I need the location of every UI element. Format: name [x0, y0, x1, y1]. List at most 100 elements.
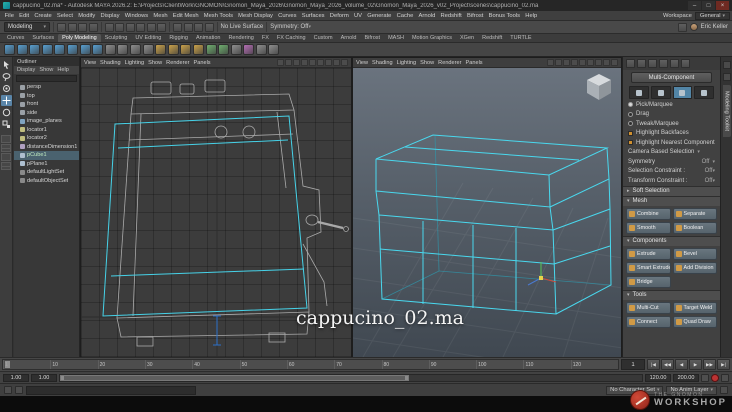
command-line-input[interactable] — [26, 385, 196, 395]
menu-set-selector[interactable]: Modeling — [4, 22, 50, 32]
animation-start-field[interactable] — [3, 373, 29, 382]
viewport-side-canvas[interactable] — [81, 68, 351, 357]
shelf-tab[interactable]: Redshift — [478, 34, 506, 42]
viewport-persp-canvas[interactable] — [353, 68, 621, 357]
menu-item[interactable]: Create — [32, 13, 55, 19]
lasso-tool-icon[interactable] — [1, 71, 12, 82]
bridge-button[interactable]: Bridge — [626, 275, 671, 288]
viewport-menu-item[interactable]: Shading — [100, 60, 121, 66]
outliner-menu-item[interactable]: Display — [17, 67, 35, 73]
menu-item[interactable]: Display — [98, 13, 122, 19]
shelf-tab[interactable]: Poly Modeling — [58, 34, 101, 42]
render-settings-icon[interactable] — [204, 22, 214, 32]
viewport-menu-item[interactable]: Lighting — [125, 60, 145, 66]
symmetry-selector[interactable]: Symmetry: Off — [270, 24, 311, 30]
menu-item[interactable]: Deform — [327, 13, 351, 19]
viewport-persp[interactable]: View Shading Lighting Show Renderer Panels — [352, 57, 622, 357]
move-tool-icon[interactable] — [0, 95, 12, 106]
rotate-tool-icon[interactable] — [1, 107, 12, 118]
outliner-item-pplane1[interactable]: pPlane1 — [14, 160, 79, 169]
highlight-backfaces-checkbox[interactable]: Highlight Backfaces — [623, 129, 720, 139]
image-plane-icon[interactable] — [579, 59, 586, 66]
range-slider-bar[interactable] — [60, 374, 410, 381]
outliner-item-default-light-set[interactable]: defaultLightSet — [14, 168, 79, 177]
animation-end-field[interactable] — [673, 373, 699, 382]
outliner-item-pcube1[interactable]: pCube1 — [14, 151, 79, 160]
outliner-menu-item[interactable]: Help — [57, 67, 69, 73]
platonic-solid-icon[interactable] — [92, 44, 104, 55]
no-live-surface-label[interactable]: No Live Surface — [221, 24, 264, 30]
select-camera-icon[interactable] — [277, 59, 284, 66]
camera-based-selection-dropdown[interactable]: Camera Based Selection — [623, 148, 720, 158]
soft-selection-section[interactable]: Soft Selection — [623, 185, 720, 196]
poly-torus-icon[interactable] — [54, 44, 66, 55]
poly-disc-icon[interactable] — [79, 44, 91, 55]
outliner-item-image-planes[interactable]: image_planes — [14, 117, 79, 126]
selection-mask-icon[interactable] — [57, 22, 66, 32]
mesh-section[interactable]: Mesh — [623, 195, 720, 206]
play-forward-button[interactable]: ▶ — [689, 359, 702, 370]
shelf-tab[interactable]: Curves — [3, 34, 28, 42]
outliner-item-locator1[interactable]: locator1 — [14, 126, 79, 135]
select-camera-icon[interactable] — [547, 59, 554, 66]
shelf-tab[interactable]: Animation — [192, 34, 224, 42]
shelf-tab[interactable]: Motion Graphics — [408, 34, 456, 42]
edge-component-icon[interactable] — [650, 86, 671, 99]
menu-item[interactable]: Cache — [394, 13, 416, 19]
shelf-tab[interactable]: MASH — [384, 34, 408, 42]
outliner-item-distance-dimension1[interactable]: distanceDimension1 — [14, 143, 79, 152]
symmetry-dropdown[interactable]: Symmetry Off — [623, 157, 720, 167]
snap-projected-icon[interactable] — [136, 22, 145, 32]
outliner-search-input[interactable] — [16, 75, 77, 82]
quad-draw-button[interactable]: Quad Draw — [672, 315, 717, 328]
command-language-icon[interactable] — [15, 386, 23, 394]
outliner-item-top[interactable]: top — [14, 92, 79, 101]
face-component-icon[interactable] — [672, 86, 693, 99]
shelf-tab[interactable]: Rendering — [224, 34, 257, 42]
go-to-start-button[interactable]: |◀ — [647, 359, 660, 370]
wireframe-icon[interactable] — [317, 59, 324, 66]
animation-preferences-icon[interactable] — [721, 373, 729, 382]
vertex-mode-icon[interactable] — [637, 59, 646, 68]
smooth-button[interactable]: Smooth — [626, 221, 671, 234]
shelf-tab[interactable]: XGen — [456, 34, 478, 42]
snap-grid-icon[interactable] — [104, 22, 114, 32]
minimize-button[interactable]: – — [688, 1, 701, 10]
transform-constraint-row[interactable]: Transform Constraint : Off — [623, 176, 720, 186]
multi-component-button[interactable]: Multi-Component — [631, 72, 712, 83]
shelf-tab[interactable]: Arnold — [337, 34, 361, 42]
shelf-tab[interactable]: Sculpting — [101, 34, 132, 42]
shelf-tab[interactable]: FX — [258, 34, 273, 42]
channel-box-icon[interactable] — [722, 73, 731, 81]
component-select-icon[interactable] — [88, 22, 98, 32]
menu-item[interactable]: Edit — [17, 13, 32, 19]
drag-radio[interactable]: Drag — [623, 110, 720, 120]
workspace-selector[interactable]: General — [694, 11, 730, 20]
outliner-item-side[interactable]: side — [14, 109, 79, 118]
pick-marquee-radio[interactable]: Pick/Marquee — [623, 100, 720, 110]
outliner-item-front[interactable]: front — [14, 100, 79, 109]
layout-persp-outliner-icon[interactable] — [1, 153, 11, 161]
script-editor-icon[interactable] — [4, 386, 12, 394]
menu-item[interactable]: Arnold — [416, 13, 438, 19]
object-select-icon[interactable] — [78, 22, 87, 32]
bookmarks-icon[interactable] — [571, 59, 578, 66]
viewport-menu-item[interactable]: Renderer — [166, 60, 189, 66]
combine-button[interactable]: Combine — [626, 207, 671, 220]
camera-attributes-icon[interactable] — [563, 59, 570, 66]
lighting-icon[interactable] — [611, 59, 618, 66]
bevel-button[interactable]: Bevel — [672, 247, 717, 260]
highlight-nearest-component-checkbox[interactable]: Highlight Nearest Component — [623, 138, 720, 148]
extrude-button[interactable]: Extrude — [626, 247, 671, 260]
ipr-render-icon[interactable] — [194, 22, 203, 32]
viewport-menu-item[interactable]: Panels — [194, 60, 211, 66]
wireframe-icon[interactable] — [587, 59, 594, 66]
menu-item[interactable]: Generate — [365, 13, 394, 19]
edge-mode-icon[interactable] — [648, 59, 657, 68]
combine-icon[interactable] — [104, 44, 116, 55]
viewport-menu-item[interactable]: Show — [420, 60, 434, 66]
viewport-menu-item[interactable]: View — [356, 60, 368, 66]
bevel-icon[interactable] — [167, 44, 179, 55]
sidebar-toggle-icon[interactable] — [677, 22, 687, 32]
outliner-item-default-object-set[interactable]: defaultObjectSet — [14, 177, 79, 186]
